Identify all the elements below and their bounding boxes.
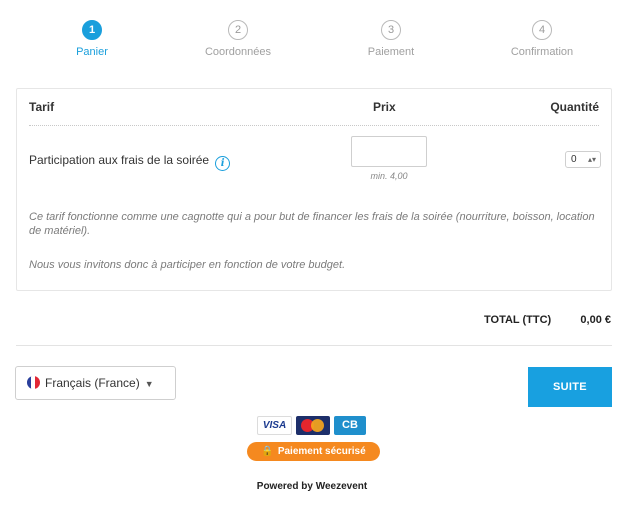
checkout-stepper: 1 Panier 2 Coordonnées 3 Paiement 4 Conf… xyxy=(0,20,624,64)
suite-button[interactable]: SUITE xyxy=(528,367,612,407)
language-selector[interactable]: Français (France) ▼ xyxy=(15,366,176,400)
france-flag-icon xyxy=(27,376,40,389)
tariff-table: Tarif Prix Quantité Participation aux fr… xyxy=(16,88,612,291)
step-panier: 1 Panier xyxy=(32,20,152,58)
header-divider xyxy=(29,125,599,126)
step-confirmation: 4 Confirmation xyxy=(482,20,602,58)
step-number: 2 xyxy=(228,20,248,40)
step-label: Panier xyxy=(76,46,108,58)
step-paiement: 3 Paiement xyxy=(331,20,451,58)
step-label: Confirmation xyxy=(510,46,574,58)
tariff-name: Participation aux frais de la soirée xyxy=(29,153,210,167)
header-quantite: Quantité xyxy=(550,100,599,114)
step-number: 4 xyxy=(532,20,552,40)
visa-logo: VISA xyxy=(257,416,292,435)
header-tarif: Tarif xyxy=(29,100,55,114)
step-label: Paiement xyxy=(367,46,415,58)
price-minimum: min. 4,00 xyxy=(370,171,408,181)
step-number: 1 xyxy=(82,20,102,40)
tariff-description: Ce tarif fonctionne comme une cagnotte q… xyxy=(29,211,595,237)
caret-down-icon: ▼ xyxy=(144,379,154,389)
step-label: Coordonnées xyxy=(204,46,272,58)
powered-by: Powered by Weezevent xyxy=(256,481,368,492)
select-arrows-icon: ▴▾ xyxy=(587,155,596,164)
tariff-budget-note: Nous vous invitons donc à participer en … xyxy=(29,259,346,271)
step-number: 3 xyxy=(381,20,401,40)
quantity-select[interactable]: 0 ▴▾ xyxy=(565,151,601,168)
secure-payment-badge: 🔒 Paiement sécurisé xyxy=(247,442,380,461)
tariff-row-label: Participation aux frais de la soirée i xyxy=(29,153,231,171)
lock-icon: 🔒 xyxy=(261,446,274,457)
info-icon[interactable]: i xyxy=(215,156,231,171)
footer-divider xyxy=(16,345,612,346)
total-value: 0,00 € xyxy=(580,314,611,326)
quantity-value: 0 xyxy=(571,154,577,165)
secure-label: Paiement sécurisé xyxy=(277,446,366,457)
total-label: TOTAL (TTC) xyxy=(484,314,552,326)
price-input[interactable] xyxy=(351,136,427,167)
mastercard-logo xyxy=(296,416,330,435)
language-label: Français (France) xyxy=(45,376,140,390)
header-prix: Prix xyxy=(373,100,396,114)
cb-logo: CB xyxy=(334,416,366,435)
step-coordonnees: 2 Coordonnées xyxy=(178,20,298,58)
